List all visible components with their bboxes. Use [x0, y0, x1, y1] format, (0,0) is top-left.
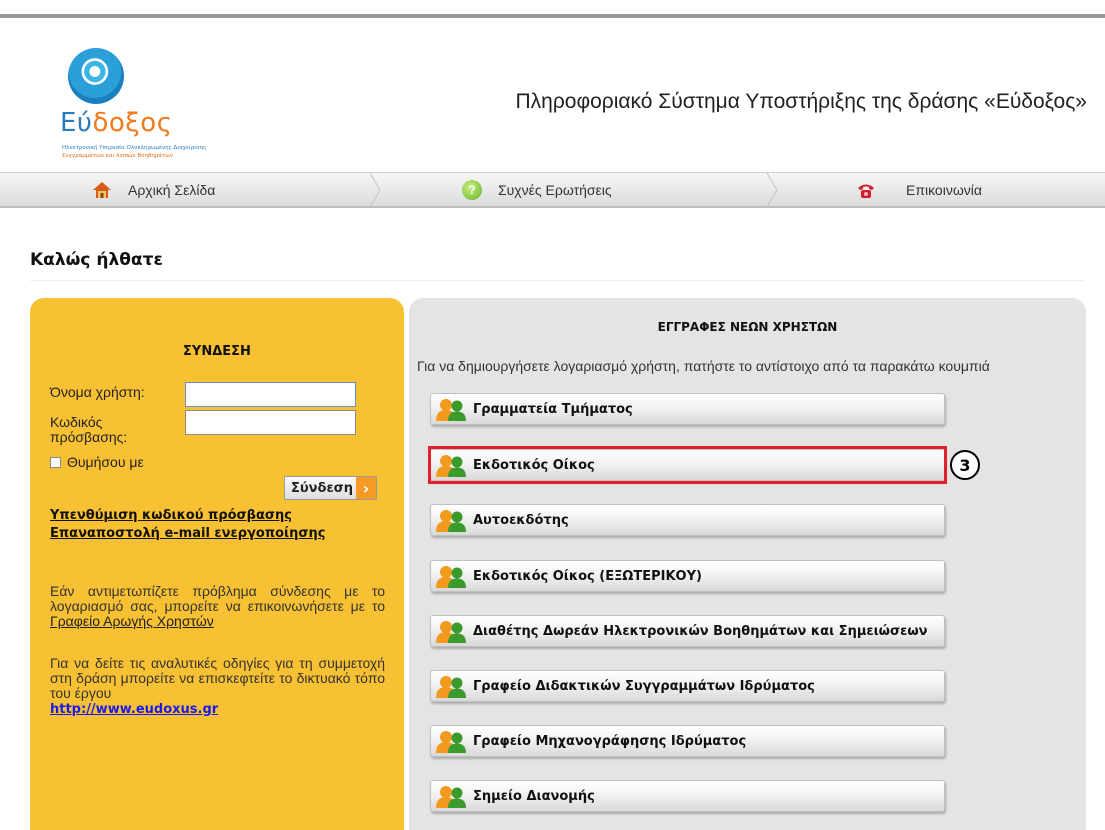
register-foreign-publisher-button[interactable]: Εκδοτικός Οίκος (ΕΞΩΤΕΡΙΚΟΥ)	[430, 560, 945, 592]
register-department-secretariat-button[interactable]: Γραμματεία Τμήματος	[430, 393, 945, 425]
users-icon	[435, 674, 469, 698]
chevron-right-icon: ›	[356, 477, 377, 499]
users-icon	[435, 564, 469, 588]
help-desk-link[interactable]: Γραφείο Αρωγής Χρηστών	[50, 613, 214, 629]
title-divider	[30, 280, 1085, 281]
nav-item-label: Συχνές Ερωτήσεις	[498, 182, 612, 198]
logo-tagline-secondary: Συγγραμμάτων και λοιπών Βοηθημάτων	[62, 153, 173, 159]
nav-item-contact[interactable]: Επικοινωνία	[856, 173, 982, 207]
site-title: Πληροφοριακό Σύστημα Υποστήριξης της δρά…	[515, 90, 1088, 113]
help-icon: ?	[462, 180, 482, 200]
registration-instructions: Για να δημιουργήσετε λογαριασμό χρήστη, …	[417, 358, 990, 374]
register-publisher-button[interactable]: Εκδοτικός Οίκος	[430, 449, 945, 481]
button-label: Γραμματεία Τμήματος	[473, 401, 633, 417]
nav-separator	[765, 173, 781, 207]
nav-item-faq[interactable]: ? Συχνές Ερωτήσεις	[462, 173, 612, 207]
nav-item-label: Αρχική Σελίδα	[128, 182, 216, 198]
remember-me-label: Θυμήσου με	[67, 454, 144, 470]
main-navigation: Αρχική Σελίδα ? Συχνές Ερωτήσεις Επικοιν…	[0, 172, 1105, 208]
forgot-password-link[interactable]: Υπενθύμιση κωδικού πρόσβασης	[50, 508, 292, 523]
registration-title: ΕΓΓΡΑΦΕΣ ΝΕΩΝ ΧΡΗΣΤΩΝ	[657, 320, 838, 334]
button-label: Γραφείο Διδακτικών Συγγραμμάτων Ιδρύματο…	[473, 678, 815, 694]
login-button[interactable]: Σύνδεση ›	[284, 476, 378, 500]
login-panel: ΣΥΝΔΕΣΗ Όνομα χρήστη: Κωδικός πρόσβασης:…	[30, 298, 404, 830]
login-title: ΣΥΝΔΕΣΗ	[183, 344, 251, 359]
nav-item-label: Επικοινωνία	[906, 182, 982, 198]
phone-icon	[856, 180, 876, 200]
registration-panel: ΕΓΓΡΑΦΕΣ ΝΕΩΝ ΧΡΗΣΤΩΝ Για να δημιουργήσε…	[409, 298, 1086, 830]
top-divider	[0, 14, 1105, 18]
users-icon	[435, 729, 469, 753]
button-label: Σημείο Διανομής	[473, 788, 595, 804]
login-button-label: Σύνδεση	[285, 477, 357, 499]
register-it-office-button[interactable]: Γραφείο Μηχανογράφησης Ιδρύματος	[430, 725, 945, 757]
users-icon	[435, 453, 469, 477]
password-label-continued: πρόσβασης:	[50, 429, 128, 445]
button-label: Εκδοτικός Οίκος	[473, 457, 595, 473]
guide-text: Για να δείτε τις αναλυτικές οδηγίες για …	[50, 655, 385, 718]
nav-separator	[368, 173, 384, 207]
home-icon	[92, 180, 112, 200]
eudoxus-website-link[interactable]: http://www.eudoxus.gr	[50, 702, 218, 717]
button-label: Διαθέτης Δωρεάν Ηλεκτρονικών Βοηθημάτων …	[473, 623, 928, 639]
username-label: Όνομα χρήστη:	[50, 384, 145, 400]
register-self-publisher-button[interactable]: Αυτοεκδότης	[430, 504, 945, 536]
users-icon	[435, 619, 469, 643]
header: Εύδοξος Ηλεκτρονική Υπηρεσία Ολοκληρωμέν…	[0, 40, 1105, 168]
password-input[interactable]	[185, 410, 356, 435]
page-title: Καλώς ήλθατε	[30, 250, 163, 270]
logo-tagline: Ηλεκτρονική Υπηρεσία Ολοκληρωμένης Διαχε…	[62, 145, 207, 151]
register-textbook-office-button[interactable]: Γραφείο Διδακτικών Συγγραμμάτων Ιδρύματο…	[430, 670, 945, 702]
remember-me-checkbox[interactable]	[50, 456, 61, 468]
logo-wordmark: Εύδοξος	[60, 108, 173, 138]
button-label: Αυτοεκδότης	[473, 512, 569, 528]
eudoxus-logo[interactable]: Εύδοξος Ηλεκτρονική Υπηρεσία Ολοκληρωμέν…	[60, 48, 206, 159]
users-icon	[435, 508, 469, 532]
logo-globe-icon	[68, 48, 124, 104]
users-icon	[435, 397, 469, 421]
register-free-material-provider-button[interactable]: Διαθέτης Δωρεάν Ηλεκτρονικών Βοηθημάτων …	[430, 615, 945, 647]
button-label: Γραφείο Μηχανογράφησης Ιδρύματος	[473, 733, 747, 749]
step-badge: 3	[950, 450, 980, 480]
password-label: Κωδικός	[50, 414, 103, 430]
nav-item-home[interactable]: Αρχική Σελίδα	[92, 173, 215, 207]
remember-me[interactable]: Θυμήσου με	[50, 454, 144, 470]
resend-activation-email-link[interactable]: Επαναποστολή e-mail ενεργοποίησης	[50, 526, 325, 541]
username-input[interactable]	[185, 382, 356, 407]
users-icon	[435, 784, 469, 808]
register-distribution-point-button[interactable]: Σημείο Διανομής	[430, 780, 945, 812]
support-text: Εάν αντιμετωπίζετε πρόβλημα σύνδεσης με …	[50, 583, 385, 629]
button-label: Εκδοτικός Οίκος (ΕΞΩΤΕΡΙΚΟΥ)	[473, 568, 702, 584]
